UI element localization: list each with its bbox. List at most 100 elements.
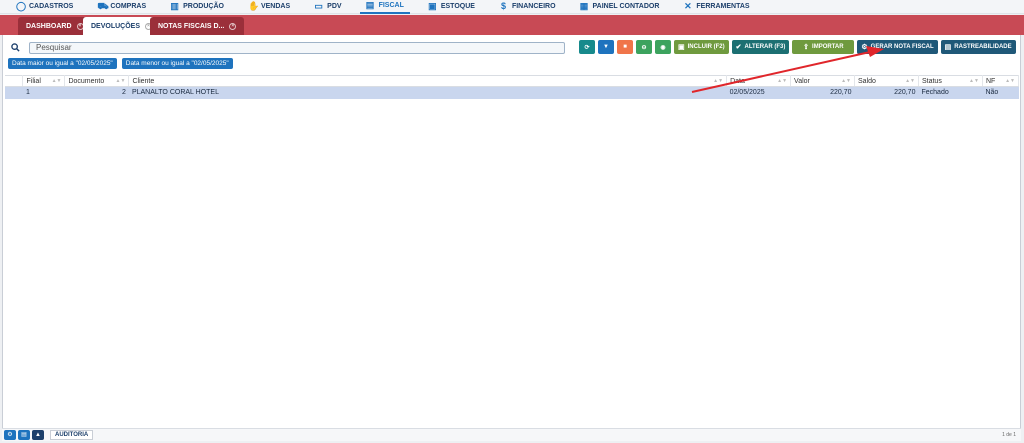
column-label: Data [730, 77, 745, 85]
menu-label: FISCAL [378, 2, 404, 9]
incluir-label: INCLUIR (F2) [687, 44, 725, 50]
pager-status: 1 de 1 [1002, 432, 1016, 438]
search-input[interactable] [29, 41, 565, 54]
handshake-icon: ✋ [247, 1, 260, 11]
refresh-button[interactable]: ⟳ [579, 40, 595, 54]
column-header-documento[interactable]: Documento ▲▼ [64, 75, 130, 87]
menu-compras[interactable]: ⛟ COMPRAS [91, 0, 152, 14]
minus-button[interactable]: ⊖ [636, 40, 652, 54]
tab-label: DEVOLUÇÕES [91, 22, 141, 30]
cell-cliente: PLANALTO CORAL HOTEL [128, 86, 727, 99]
menu-producao[interactable]: ▥ PRODUÇÃO [164, 0, 230, 14]
sort-icon: ▲▼ [777, 78, 788, 84]
column-header-data[interactable]: Data ▲▼ [726, 75, 792, 87]
add-doc-icon: ▣ [678, 44, 685, 51]
cell-nf: Não [982, 86, 1019, 99]
menu-label: PRODUÇÃO [183, 3, 224, 10]
menu-label: ESTOQUE [440, 3, 475, 10]
column-label: Saldo [858, 77, 876, 85]
column-header-valor[interactable]: Valor ▲▼ [790, 75, 856, 87]
menu-pdv[interactable]: ▭ PDV [308, 0, 347, 14]
cart-icon: ⛟ [97, 1, 109, 11]
rastreabilidade-label: RASTREABILIDADE [954, 44, 1012, 50]
cell-filial: 1 [22, 86, 65, 99]
tab-devolucoes[interactable]: DEVOLUÇÕES × [83, 17, 161, 35]
menu-label: COMPRAS [110, 3, 147, 10]
circle-icon: ◯ [16, 1, 27, 11]
menu-label: FINANCEIRO [511, 3, 556, 10]
cell-data: 02/05/2025 [726, 86, 791, 99]
column-header-saldo[interactable]: Saldo ▲▼ [854, 75, 919, 87]
importar-button[interactable]: ⇪ IMPORTAR [792, 40, 855, 54]
delete-button[interactable]: ■ [617, 40, 633, 54]
column-label: Valor [794, 77, 810, 85]
sort-icon: ▲▼ [841, 78, 852, 84]
funnel-icon: ▼ [603, 44, 609, 50]
devolucoes-table: Filial ▲▼ Documento ▲▼ Cliente ▲▼ Data ▲▼ Va… [5, 75, 1020, 99]
tab-label: NOTAS FISCAIS D... [158, 22, 225, 30]
cell-status: Fechado [918, 86, 983, 99]
sort-icon: ▲▼ [713, 78, 724, 84]
close-icon[interactable]: × [229, 22, 237, 30]
menu-painel-contador[interactable]: ▦ PAINEL CONTADOR [574, 0, 666, 14]
menu-label: PAINEL CONTADOR [592, 3, 660, 10]
menu-ferramentas[interactable]: ✕ FERRAMENTAS [677, 0, 755, 14]
factory-icon: ▥ [170, 1, 179, 11]
menu-label: CADASTROS [29, 3, 74, 10]
sort-icon: ▲▼ [969, 78, 979, 84]
search-icon [9, 42, 21, 54]
importar-label: IMPORTAR [812, 44, 844, 50]
filter-chip-date-to[interactable]: Data menor ou igual a "02/05/2025" [121, 58, 233, 69]
eye-icon: ◉ [660, 44, 666, 51]
menu-financeiro[interactable]: $ FINANCEIRO [493, 0, 562, 14]
tab-dashboard[interactable]: DASHBOARD × [18, 17, 92, 35]
table-row[interactable]: 1 2 PLANALTO CORAL HOTEL 02/05/2025 220,… [5, 86, 1019, 99]
upload-icon: ⇪ [803, 44, 810, 51]
ledger-icon: ▤ [365, 0, 375, 10]
gerar-label: GERAR NOTA FISCAL [870, 44, 934, 50]
column-header-filial[interactable]: Filial ▲▼ [22, 75, 66, 87]
sort-icon: ▲▼ [905, 78, 915, 84]
main-menu: ◯ CADASTROS ⛟ COMPRAS ▥ PRODUÇÃO ✋ VENDAS ▭ P… [0, 0, 1024, 14]
menu-fiscal[interactable]: ▤ FISCAL [359, 0, 410, 14]
clipboard-icon: ▤ [944, 44, 952, 51]
menu-label: FERRAMENTAS [696, 3, 750, 10]
check-circle-icon: ✔ [735, 44, 742, 51]
cell-documento: 2 [64, 86, 129, 99]
menu-estoque[interactable]: ▣ ESTOQUE [422, 0, 481, 14]
auditoria-tab[interactable]: AUDITORIA [50, 430, 94, 440]
tab-label: DASHBOARD [26, 22, 72, 30]
view-button[interactable]: ◉ [655, 40, 671, 54]
tools-icon: ✕ [684, 1, 692, 11]
filter-chip-date-from[interactable]: Data maior ou igual a "02/05/2025" [8, 58, 117, 69]
incluir-button[interactable]: ▣ INCLUIR (F2) [674, 40, 729, 54]
gear-icon: ⚙ [861, 44, 868, 51]
footer-bar: ⚙ ▤ ▲ AUDITORIA 1 de 1 [2, 428, 1021, 441]
toolbar: ⟳ ▼ ■ ⊖ ◉ ▣ INCLUIR (F2) ✔ ALTERAR (F3) ⇪ I… [579, 40, 1016, 54]
column-header-nf[interactable]: NF ▲▼ [982, 75, 1020, 87]
row-handle[interactable] [5, 86, 23, 99]
filter-button[interactable]: ▼ [598, 40, 614, 54]
column-label: Cliente [132, 77, 155, 85]
column-header-cliente[interactable]: Cliente ▲▼ [128, 75, 728, 87]
menu-cadastros[interactable]: ◯ CADASTROS [10, 0, 79, 14]
column-header-status[interactable]: Status ▲▼ [918, 75, 983, 87]
rastreabilidade-button[interactable]: ▤ RASTREABILIDADE [940, 40, 1016, 54]
sort-icon: ▲▼ [1005, 78, 1015, 84]
document-icon[interactable]: ▤ [18, 430, 30, 440]
content-panel: Data maior ou igual a "02/05/2025" Data … [2, 35, 1021, 441]
gerar-nota-fiscal-button[interactable]: ⚙ GERAR NOTA FISCAL [857, 40, 938, 54]
monitor-icon: ▭ [314, 1, 323, 11]
box-icon: ▣ [428, 1, 437, 11]
table-header: Filial ▲▼ Documento ▲▼ Cliente ▲▼ Data ▲▼ Va… [5, 75, 1020, 87]
menu-vendas[interactable]: ✋ VENDAS [242, 0, 296, 14]
alterar-button[interactable]: ✔ ALTERAR (F3) [731, 40, 790, 54]
refresh-icon: ⟳ [584, 44, 590, 51]
search-bar [9, 41, 565, 54]
tab-notas-fiscais[interactable]: NOTAS FISCAIS D... × [150, 17, 245, 35]
alterar-label: ALTERAR (F3) [744, 44, 786, 50]
upload-icon[interactable]: ▲ [32, 430, 44, 440]
settings-icon[interactable]: ⚙ [4, 430, 16, 440]
calendar-icon: ▦ [579, 1, 589, 11]
column-label: Status [921, 77, 942, 85]
